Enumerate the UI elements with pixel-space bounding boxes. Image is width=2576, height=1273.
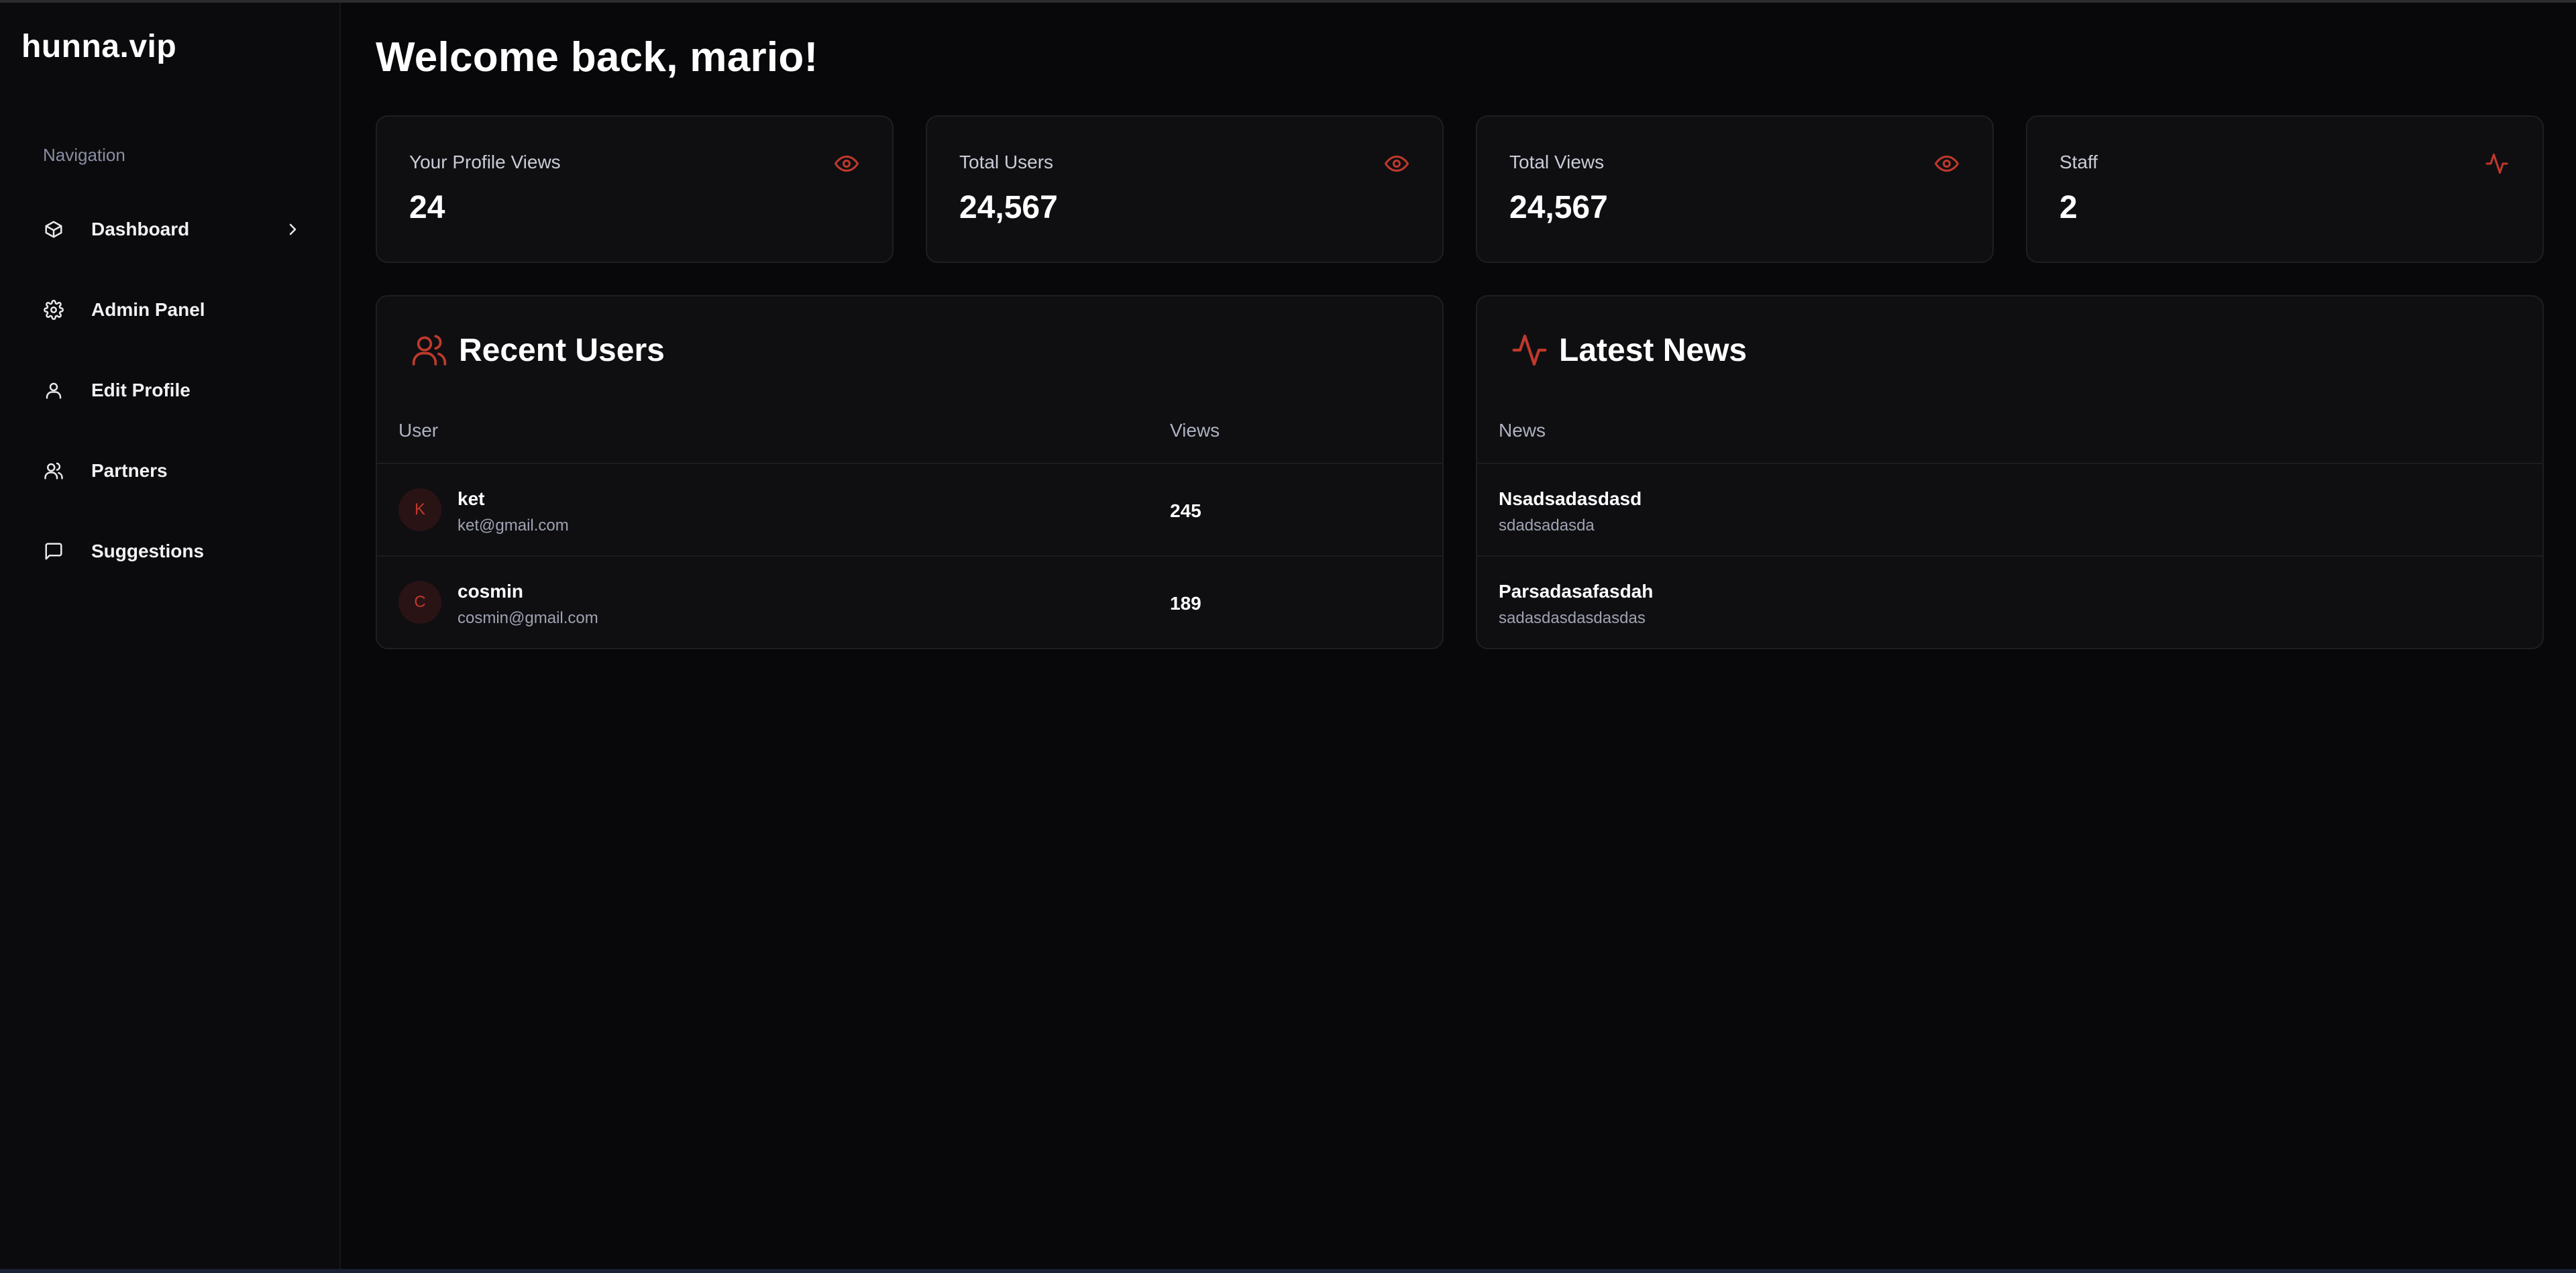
sidebar-item-label: Edit Profile: [91, 380, 191, 400]
box-icon: [43, 219, 64, 240]
stat-card-profile-views: Your Profile Views 24: [376, 115, 894, 263]
latest-news-panel: Latest News News Nsadsadasdasd sdadsadas…: [1476, 295, 2544, 649]
news-row[interactable]: Nsadsadasdasd sdadsadasda: [1477, 464, 2542, 555]
gear-icon: [43, 299, 64, 321]
stat-value: 24,567: [1509, 190, 1608, 225]
panel-title: Recent Users: [459, 332, 665, 368]
sidebar-item-partners[interactable]: Partners: [27, 443, 314, 499]
sidebar-item-label: Admin Panel: [91, 299, 205, 320]
stat-value: 2: [2059, 190, 2078, 225]
user-views: 189: [1170, 593, 1201, 614]
news-subtitle: sadasdasdasdasdas: [1499, 609, 1646, 627]
column-header-user: User: [398, 420, 439, 441]
user-name: ket: [458, 488, 485, 509]
stat-card-staff: Staff 2: [2026, 115, 2544, 263]
window-top-border: [0, 0, 2576, 3]
sidebar-item-label: Partners: [91, 460, 168, 481]
stat-card-total-users: Total Users 24,567: [926, 115, 1444, 263]
stat-value: 24,567: [959, 190, 1058, 225]
brand-logo[interactable]: hunna.vip: [21, 28, 176, 65]
news-subtitle: sdadsadasda: [1499, 516, 1595, 535]
table-row[interactable]: C cosmin cosmin@gmail.com 189: [377, 557, 1442, 648]
sidebar-item-label: Suggestions: [91, 541, 205, 561]
chevron-right-icon: [282, 219, 303, 240]
table-row[interactable]: K ket ket@gmail.com 245: [377, 464, 1442, 555]
sidebar-item-dashboard[interactable]: Dashboard: [27, 201, 314, 258]
user-name: cosmin: [458, 581, 524, 602]
column-header-views: Views: [1170, 420, 1220, 441]
panel-title: Latest News: [1559, 332, 1748, 368]
user-views: 245: [1170, 500, 1201, 521]
eye-icon: [1383, 150, 1410, 177]
nav-heading: Navigation: [43, 145, 125, 165]
recent-users-panel: Recent Users User Views K ket ket@gmail.…: [376, 295, 1444, 649]
column-header-news: News: [1499, 420, 1546, 441]
user-email: cosmin@gmail.com: [458, 609, 598, 627]
sidebar-item-edit-profile[interactable]: Edit Profile: [27, 362, 314, 419]
panel-header: Latest News: [1509, 329, 1747, 372]
stat-card-total-views: Total Views 24,567: [1476, 115, 1994, 263]
users-icon: [409, 330, 449, 370]
stat-value: 24: [409, 190, 445, 225]
stat-label: Staff: [2059, 152, 2098, 172]
sidebar-item-suggestions[interactable]: Suggestions: [27, 523, 314, 579]
activity-icon: [1509, 330, 1550, 370]
news-title: Nsadsadasdasd: [1499, 488, 1642, 509]
message-square-icon: [43, 541, 64, 562]
eye-icon: [833, 150, 860, 177]
news-row[interactable]: Parsadasafasdah sadasdasdasdasdas: [1477, 557, 2542, 648]
window-bottom-border: [0, 1269, 2576, 1273]
sidebar-item-label: Dashboard: [91, 219, 190, 239]
page-title: Welcome back, mario!: [376, 34, 818, 80]
users-icon: [43, 460, 64, 482]
news-title: Parsadasafasdah: [1499, 581, 1654, 602]
user-icon: [43, 380, 64, 401]
stat-label: Total Users: [959, 152, 1054, 172]
sidebar: hunna.vip Navigation Dashboard Admin Pan…: [0, 3, 341, 1269]
avatar: K: [398, 488, 441, 531]
sidebar-item-admin-panel[interactable]: Admin Panel: [27, 282, 314, 338]
eye-icon: [1933, 150, 1960, 177]
avatar: C: [398, 581, 441, 624]
stat-label: Total Views: [1509, 152, 1605, 172]
panel-header: Recent Users: [409, 329, 665, 372]
activity-icon: [2483, 150, 2510, 177]
stat-label: Your Profile Views: [409, 152, 561, 172]
user-email: ket@gmail.com: [458, 516, 569, 535]
